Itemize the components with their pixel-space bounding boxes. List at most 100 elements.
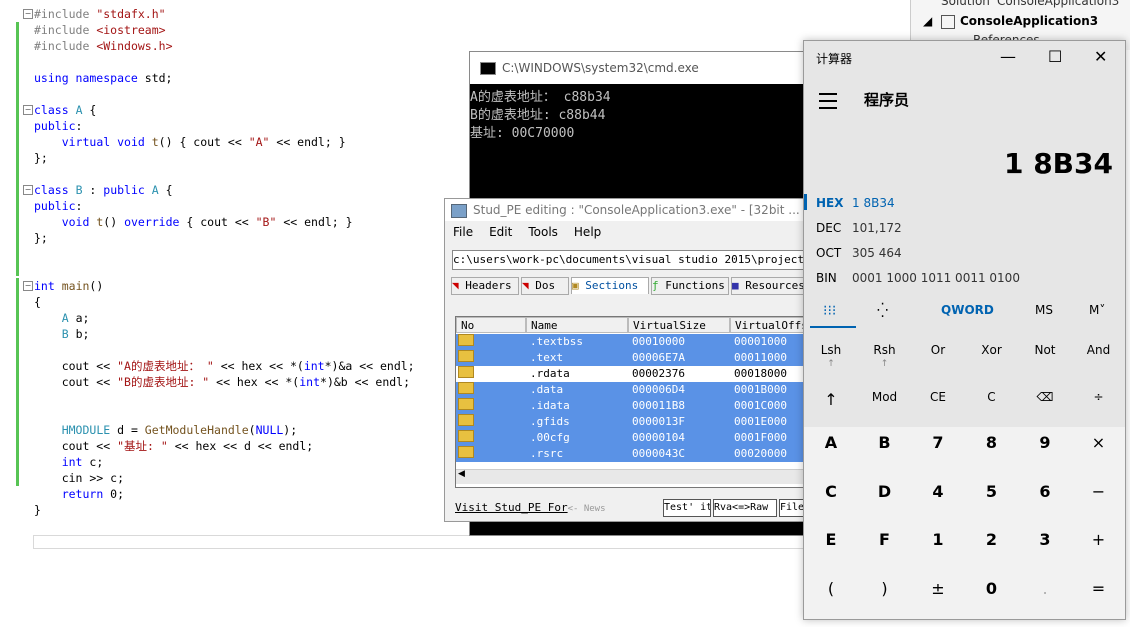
tab-resources[interactable]: ■ Resources — [731, 277, 809, 295]
section-row[interactable]: 07 .00cfg 00000104 0001F000 — [456, 430, 809, 446]
key-3-1[interactable]: F — [858, 530, 912, 549]
key-or[interactable]: Or — [911, 343, 965, 357]
key-0-2[interactable]: CE — [911, 390, 965, 404]
base-hex[interactable]: HEX 1 8B34 — [816, 196, 895, 210]
key-2-4[interactable]: 6 — [1018, 482, 1072, 501]
key-1-5[interactable]: × — [1072, 433, 1126, 452]
base-dec[interactable]: DEC 101,172 — [816, 221, 902, 235]
key-3-4[interactable]: 3 — [1018, 530, 1072, 549]
memory-store-button[interactable]: MS — [1035, 303, 1053, 317]
horizontal-scrollbar[interactable]: ◀ — [456, 469, 804, 484]
code-line: cout << "A的虚表地址： " << hex << *(int*)&a <… — [34, 359, 415, 373]
shift-arrow-icon: ↑ — [880, 359, 889, 369]
word-size-button[interactable]: QWORD — [941, 303, 994, 317]
key-2-1[interactable]: D — [858, 482, 912, 501]
key-3-5[interactable]: + — [1072, 530, 1126, 549]
key-rsh[interactable]: Rsh — [858, 343, 912, 357]
key-0-5[interactable]: ÷ — [1072, 390, 1126, 404]
fold-toggle[interactable]: − — [23, 9, 33, 19]
key-0-1[interactable]: Mod — [858, 390, 912, 404]
key-4-3[interactable]: 0 — [965, 579, 1019, 598]
key-lsh[interactable]: Lsh — [804, 343, 858, 357]
section-cell-vsize: 0000043C — [632, 447, 685, 460]
col-header-virtualsize[interactable]: VirtualSize — [628, 317, 730, 333]
key-1-1[interactable]: B — [858, 433, 912, 452]
cmd-output-line: B的虚表地址: c88b44 — [470, 108, 606, 123]
bit-toggle-icon[interactable]: ⁛ — [877, 303, 888, 319]
key-2-5[interactable]: − — [1072, 482, 1126, 501]
key-1-0[interactable]: A — [804, 433, 858, 452]
key-4-5[interactable]: = — [1072, 579, 1126, 598]
key-0-3[interactable]: C — [965, 390, 1019, 404]
section-row[interactable]: 06 .gfids 0000013F 0001E000 — [456, 414, 809, 430]
key-4-2[interactable]: ± — [911, 579, 965, 598]
bit-keypad-icon[interactable]: ⁝⁝⁝ — [823, 303, 836, 319]
cmd-titlebar[interactable]: C:\WINDOWS\system32\cmd.exe — [470, 52, 810, 84]
key-1-2[interactable]: 7 — [911, 433, 965, 452]
fold-toggle[interactable]: − — [23, 105, 33, 115]
studpe-window[interactable]: Stud_PE editing : "ConsoleApplication3.e… — [444, 198, 810, 522]
section-row[interactable]: 05 .idata 000011B8 0001C000 — [456, 398, 809, 414]
menu-tools[interactable]: Tools — [528, 225, 558, 239]
key-3-3[interactable]: 2 — [965, 530, 1019, 549]
col-header-name[interactable]: Name — [526, 317, 628, 333]
tab-functions[interactable]: ƒ Functions — [651, 277, 729, 295]
base-label: HEX — [816, 196, 844, 210]
sections-icon: ▣ — [572, 279, 579, 292]
project-node[interactable]: ◢ ConsoleApplication3 — [923, 14, 1098, 29]
key-4-4[interactable]: . — [1018, 579, 1072, 598]
folder-icon — [458, 430, 474, 442]
section-row[interactable]: 08 .rsrc 0000043C 00020000 — [456, 446, 809, 462]
menu-help[interactable]: Help — [574, 225, 601, 239]
fold-toggle[interactable]: − — [23, 185, 33, 195]
section-row[interactable]: 04 .data 000006D4 0001B000 — [456, 382, 809, 398]
key-4-1[interactable]: ) — [858, 579, 912, 598]
key-3-2[interactable]: 1 — [911, 530, 965, 549]
tab-dos[interactable]: ◥ Dos — [521, 277, 569, 295]
hamburger-menu-icon[interactable] — [819, 93, 837, 109]
file-path-field[interactable]: c:\users\work-pc\documents\visual studio… — [452, 250, 809, 270]
section-row[interactable]: 02 .text 00006E7A 00011000 — [456, 350, 809, 366]
key-xor[interactable]: Xor — [965, 343, 1019, 357]
key-not[interactable]: Not — [1018, 343, 1072, 357]
key-and[interactable]: And — [1072, 343, 1126, 357]
folder-icon — [458, 382, 474, 394]
base-bin[interactable]: BIN 0001 1000 1011 0011 0100 — [816, 271, 1020, 285]
col-header-no[interactable]: No — [456, 317, 526, 333]
key-4-0[interactable]: ( — [804, 579, 858, 598]
menu-edit[interactable]: Edit — [489, 225, 512, 239]
key-2-3[interactable]: 5 — [965, 482, 1019, 501]
solution-node[interactable]: Solution 'ConsoleApplication3' — [941, 0, 1123, 8]
sections-table[interactable]: No Name VirtualSize VirtualOffset 01 .tex… — [455, 316, 809, 488]
key-0-4[interactable]: ⌫ — [1018, 390, 1072, 404]
studpe-menubar: File Edit Tools Help — [445, 221, 809, 243]
tab-headers[interactable]: ◥ Headers — [451, 277, 519, 295]
close-icon[interactable]: ✕ — [1094, 47, 1107, 66]
studpe-titlebar[interactable]: Stud_PE editing : "ConsoleApplication3.e… — [445, 199, 809, 221]
base-oct[interactable]: OCT 305 464 — [816, 246, 902, 260]
menu-file[interactable]: File — [453, 225, 473, 239]
rva-raw-button[interactable]: Rva<=>Raw — [713, 499, 777, 517]
key-1-4[interactable]: 9 — [1018, 433, 1072, 452]
section-row[interactable]: 01 .textbss 00010000 00001000 — [456, 334, 809, 350]
key-3-0[interactable]: E — [804, 530, 858, 549]
visit-link[interactable]: Visit Stud_PE For — [455, 501, 568, 514]
expand-arrow-icon[interactable]: ◢ — [923, 14, 932, 28]
key-2-2[interactable]: 4 — [911, 482, 965, 501]
section-row[interactable]: 03 .rdata 00002376 00018000 — [456, 366, 809, 382]
key-0-0[interactable]: ↑ — [804, 390, 858, 409]
memory-recall-button[interactable]: M˅ — [1089, 303, 1105, 317]
tab-sections[interactable]: ▣ Sections — [571, 277, 649, 294]
section-cell-no: 06 — [458, 414, 474, 430]
col-header-virtualoffset[interactable]: VirtualOffset — [730, 317, 809, 333]
active-base-marker — [804, 194, 807, 210]
fold-toggle[interactable]: − — [23, 281, 33, 291]
key-2-0[interactable]: C — [804, 482, 858, 501]
test-it-button[interactable]: Test' it — [663, 499, 711, 517]
calculator-window[interactable]: 计算器 — ☐ ✕ 程序员 1 8B34 HEX 1 8B34 DEC 101,172… — [803, 40, 1126, 620]
editor-find-box[interactable] — [33, 535, 907, 549]
scroll-left-icon[interactable]: ◀ — [458, 469, 465, 479]
minimize-icon[interactable]: — — [1000, 47, 1016, 66]
maximize-icon[interactable]: ☐ — [1048, 47, 1062, 66]
key-1-3[interactable]: 8 — [965, 433, 1019, 452]
